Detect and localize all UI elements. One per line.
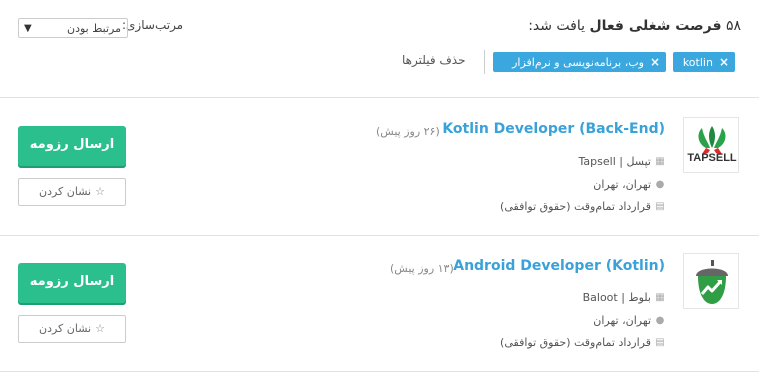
filter-chip-label: kotlin [682,56,713,69]
send-resume-button[interactable]: ارسال رزومه [18,126,126,166]
clear-filters-link[interactable]: حذف فیلترها [402,53,466,67]
job-location: ● تهران، تهران [593,314,665,327]
document-icon: ▤ [655,337,665,348]
filter-chip-kotlin[interactable]: × kotlin [673,52,735,72]
sort-select[interactable]: مرتبط بودن ▼ [18,18,128,38]
results-count: ۵۸ [725,18,741,34]
divider [484,50,485,74]
results-bold-text: فرصت شغلی فعال [589,18,722,34]
document-icon: ▤ [655,201,665,212]
job-company: ▦ بلوط | Baloot [583,291,665,304]
job-company: ▦ تپسل | Tapsell [579,155,665,168]
job-posted-ago: (۲۶ روز پیش) [376,125,440,138]
svg-text:TAPSELL: TAPSELL [687,152,737,164]
contract-text: قرارداد تمام‌وقت (حقوق توافقی) [500,336,651,349]
job-contract: ▤ قرارداد تمام‌وقت (حقوق توافقی) [500,200,665,213]
location-pin-icon: ● [655,315,665,326]
bookmark-label: نشان کردن [39,185,92,198]
sort-select-value: مرتبط بودن [66,22,121,35]
job-contract: ▤ قرارداد تمام‌وقت (حقوق توافقی) [500,336,665,349]
divider [0,235,759,236]
company-logo-baloot[interactable] [683,253,739,309]
divider [0,371,759,372]
location-pin-icon: ● [655,179,665,190]
acorn-logo-icon [696,260,728,304]
building-icon: ▦ [655,156,665,167]
job-posted-ago: (۱۳ روز پیش) [390,262,454,275]
job-title-link[interactable]: Android Developer (Kotlin) [453,258,665,274]
close-icon[interactable]: × [719,55,729,69]
results-count-title: ۵۸ فرصت شغلی فعال یافت شد: [528,18,741,34]
close-icon[interactable]: × [650,55,660,69]
results-tail-text: یافت شد: [528,18,586,34]
job-location: ● تهران، تهران [593,178,665,191]
divider [0,97,759,98]
sort-label: مرتب‌سازی: [122,18,184,32]
bookmark-button[interactable]: ☆نشان کردن [18,178,126,206]
tapsell-logo-icon: TAPSELL [687,126,737,164]
chevron-down-icon: ▼ [24,23,32,34]
location-text: تهران، تهران [593,314,651,327]
star-icon: ☆ [95,185,105,198]
location-text: تهران، تهران [593,178,651,191]
filter-chip-label: وب، برنامه‌نویسی و نرم‌افزار [512,56,644,69]
filter-chip-web-programming[interactable]: × وب، برنامه‌نویسی و نرم‌افزار [493,52,666,72]
company-logo-tapsell[interactable]: TAPSELL [683,117,739,173]
contract-text: قرارداد تمام‌وقت (حقوق توافقی) [500,200,651,213]
bookmark-button[interactable]: ☆نشان کردن [18,315,126,343]
company-name: تپسل | Tapsell [578,155,651,168]
star-icon: ☆ [95,322,105,335]
company-name: بلوط | Baloot [582,291,651,304]
bookmark-label: نشان کردن [39,322,92,335]
send-resume-button[interactable]: ارسال رزومه [18,263,126,303]
building-icon: ▦ [655,292,665,303]
job-title-link[interactable]: Kotlin Developer (Back-End) [442,121,665,137]
